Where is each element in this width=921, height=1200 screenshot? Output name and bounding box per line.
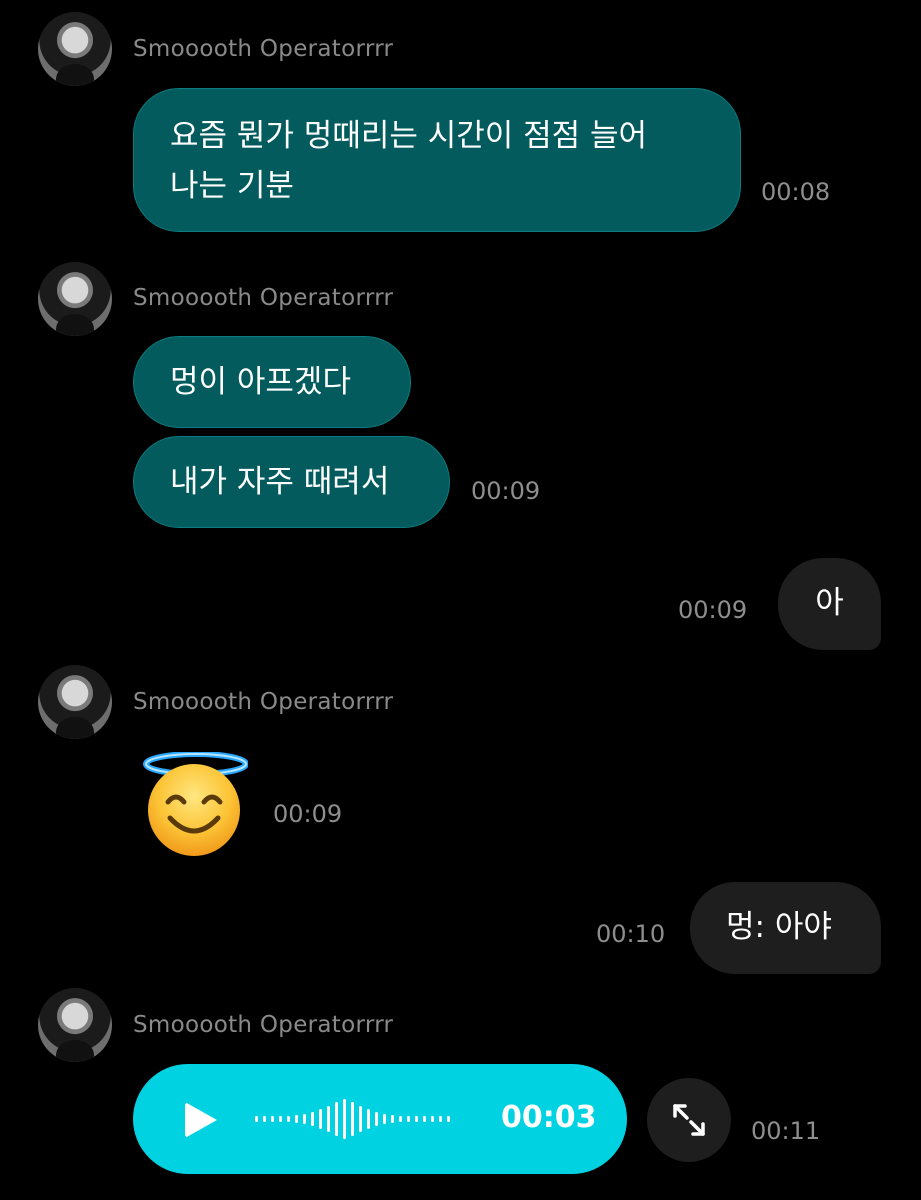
waveform-bar <box>279 1116 282 1122</box>
waveform-bar <box>423 1116 426 1122</box>
message-text: 멍이 아프겠다 <box>170 364 351 400</box>
waveform-bar <box>263 1116 266 1122</box>
avatar[interactable] <box>38 262 112 336</box>
waveform-bar <box>287 1116 290 1122</box>
waveform-bar <box>343 1099 346 1139</box>
message-text: 아 <box>815 585 844 621</box>
waveform-bar <box>399 1116 402 1122</box>
message-bubble[interactable]: 요즘 뭔가 멍때리는 시간이 점점 늘어 나는 기분 <box>133 88 741 232</box>
waveform-bar <box>327 1106 330 1132</box>
message-time: 00:11 <box>751 1117 821 1145</box>
message-text-line: 요즘 뭔가 멍때리는 시간이 점점 늘어 <box>170 118 648 154</box>
waveform-bar <box>351 1102 354 1136</box>
waveform-bar <box>391 1115 394 1123</box>
sender-name: Smooooth Operatorrrr <box>133 689 394 715</box>
message-bubble[interactable]: 내가 자주 때려서 <box>133 436 450 528</box>
waveform-bar <box>271 1116 274 1122</box>
waveform-bar <box>295 1115 298 1123</box>
message-time: 00:09 <box>273 800 343 828</box>
expand-button[interactable] <box>647 1078 731 1162</box>
sender-name: Smooooth Operatorrrr <box>133 36 394 62</box>
smiling-face-with-halo-icon[interactable] <box>140 752 248 856</box>
waveform-bar <box>359 1106 362 1132</box>
waveform-bar <box>255 1116 258 1122</box>
waveform-bar <box>383 1114 386 1124</box>
avatar[interactable] <box>38 12 112 86</box>
waveform <box>255 1098 450 1140</box>
voice-duration: 00:03 <box>501 1100 597 1135</box>
waveform-bar <box>431 1116 434 1122</box>
message-time: 00:08 <box>761 178 831 206</box>
waveform-bar <box>375 1112 378 1126</box>
waveform-bar <box>367 1109 370 1129</box>
waveform-bar <box>447 1116 450 1122</box>
avatar[interactable] <box>38 665 112 739</box>
voice-message-bubble[interactable]: 00:03 <box>133 1064 627 1174</box>
avatar[interactable] <box>38 988 112 1062</box>
waveform-bar <box>407 1116 410 1122</box>
outgoing-message-bubble[interactable]: 멍: 아야 <box>690 882 881 974</box>
waveform-bar <box>311 1112 314 1126</box>
waveform-bar <box>303 1114 306 1124</box>
message-text: 멍: 아야 <box>726 909 832 945</box>
message-text: 내가 자주 때려서 <box>170 464 390 500</box>
message-time: 00:09 <box>678 596 748 624</box>
message-text-line: 나는 기분 <box>170 168 294 204</box>
waveform-bar <box>439 1116 442 1122</box>
message-time: 00:10 <box>596 920 666 948</box>
waveform-bar <box>415 1116 418 1122</box>
waveform-bar <box>335 1102 338 1136</box>
waveform-bar <box>319 1109 322 1129</box>
outgoing-message-bubble[interactable]: 아 <box>778 558 881 650</box>
sender-name: Smooooth Operatorrrr <box>133 1012 394 1038</box>
message-time: 00:09 <box>471 477 541 505</box>
message-bubble[interactable]: 멍이 아프겠다 <box>133 336 411 428</box>
play-icon[interactable] <box>185 1102 217 1138</box>
expand-arrows-icon <box>673 1104 705 1136</box>
sender-name: Smooooth Operatorrrr <box>133 285 394 311</box>
